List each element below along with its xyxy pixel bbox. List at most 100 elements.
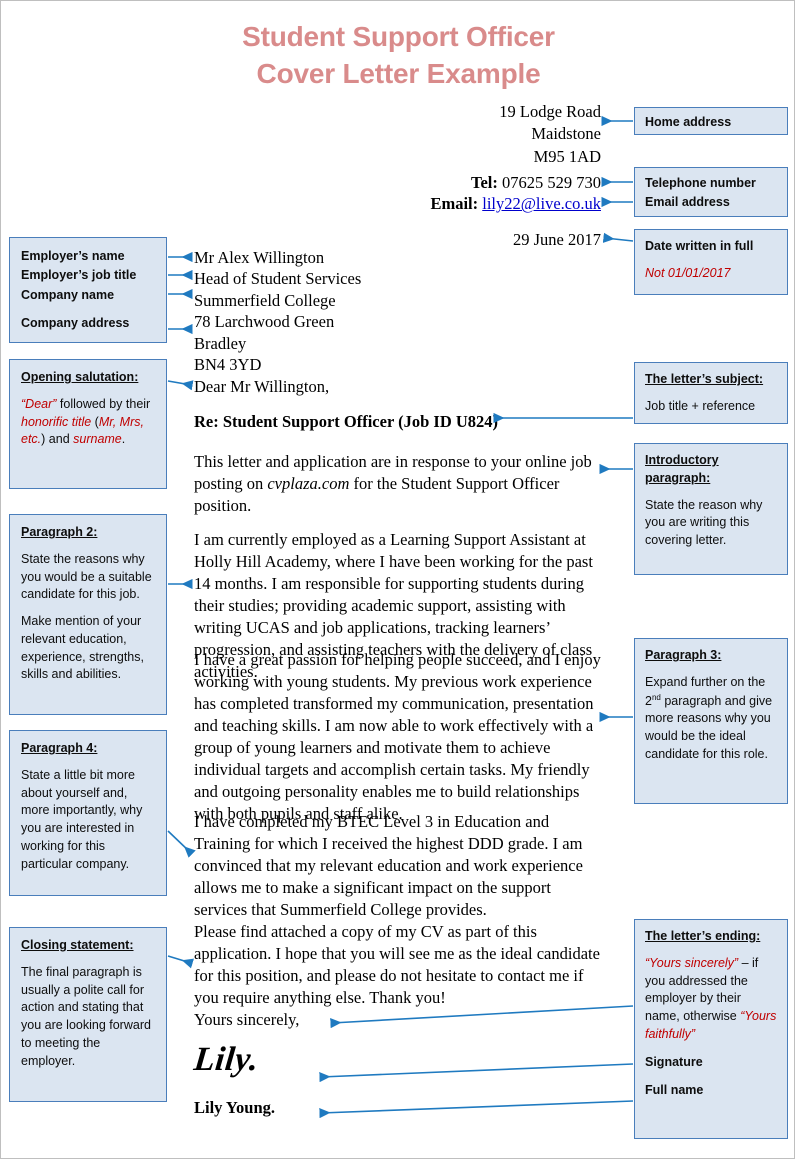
- callout-opening-salutation: Opening salutation: “Dear” followed by t…: [9, 359, 167, 489]
- callout-letter-ending-heading: The letter’s ending:: [645, 929, 761, 943]
- callout-opening-salutation-body: “Dear” followed by their honorific title…: [21, 396, 155, 449]
- callout-date: Date written in full Not 01/01/2017: [634, 229, 788, 295]
- callout-paragraph-4-heading: Paragraph 4:: [21, 741, 98, 755]
- callout-closing-statement-heading: Closing statement:: [21, 938, 134, 952]
- callout-intro-heading-line2: paragraph:: [645, 470, 711, 485]
- callout-opening-salutation-heading: Opening salutation:: [21, 370, 139, 384]
- recipient-address: Mr Alex Willington Head of Student Servi…: [194, 247, 361, 376]
- callout-letter-ending-body: “Yours sincerely” – if you addressed the…: [645, 955, 777, 1044]
- sender-address: 19 Lodge Road Maidstone M95 1AD: [499, 101, 601, 168]
- salutation-honorific-title: honorific title: [21, 414, 92, 429]
- letter-date: 29 June 2017: [513, 230, 601, 249]
- letter-subject: Re: Student Support Officer (Job ID U824…: [194, 412, 499, 431]
- callout-company-address: Company address: [21, 316, 130, 331]
- callout-closing-statement-body: The final paragraph is usually a polite …: [21, 964, 151, 1068]
- callout-home-address: Home address: [634, 107, 788, 135]
- yours-sincerely-phrase: “Yours sincerely”: [645, 955, 739, 970]
- sender-address-line1: 19 Lodge Road: [499, 102, 601, 121]
- recipient-company: Summerfield College: [194, 290, 336, 310]
- sender-contact: Tel: 07625 529 730 Email: lily22@live.co…: [430, 172, 601, 215]
- callout-letter-subject-body: Job title + reference: [645, 398, 756, 413]
- arrow-date: [602, 232, 634, 243]
- callout-date-heading: Date written in full: [645, 239, 754, 253]
- page-title-line2: Cover Letter Example: [256, 57, 541, 89]
- arrow-closing-statement: [167, 955, 195, 969]
- callout-intro-body: State the reason why you are writing thi…: [645, 497, 763, 548]
- salutation-dear-word: “Dear”: [21, 396, 57, 411]
- callout-signature-label: Signature: [645, 1054, 703, 1069]
- callout-paragraph-2-heading: Paragraph 2:: [21, 525, 98, 539]
- recipient-name: Mr Alex Willington: [194, 248, 325, 267]
- callout-paragraph-4-body: State a little bit more about yourself a…: [21, 767, 143, 871]
- arrow-signature: [319, 1063, 634, 1083]
- letter-salutation: Dear Mr Willington,: [194, 377, 330, 396]
- callout-paragraph-4: Paragraph 4: State a little bit more abo…: [9, 730, 167, 896]
- salutation-surname-word: surname: [73, 432, 122, 447]
- callout-employer-name: Employer’s name: [21, 249, 125, 263]
- salutation-text-2: followed by their: [56, 396, 151, 411]
- callout-paragraph-2: Paragraph 2: State the reasons why you w…: [9, 514, 167, 715]
- email-link[interactable]: lily22@live.co.uk: [482, 194, 601, 213]
- salutation-text-8: .: [121, 432, 126, 447]
- telephone-label: Tel:: [470, 173, 498, 192]
- ordinal-suffix: nd: [651, 692, 661, 702]
- callout-closing-statement: Closing statement: The final paragraph i…: [9, 927, 167, 1102]
- callout-company-name: Company name: [21, 287, 115, 302]
- signature-image: Lily.: [192, 1041, 261, 1078]
- callout-introductory-paragraph: Introductory paragraph: State the reason…: [634, 443, 788, 575]
- signer-full-name: Lily Young.: [194, 1098, 276, 1117]
- callout-letter-subject: The letter’s subject: Job title + refere…: [634, 362, 788, 424]
- callout-paragraph-3-body: Expand further on the 2nd paragraph and …: [645, 674, 777, 764]
- arrow-paragraph-4: [167, 830, 196, 858]
- callout-date-note: Not 01/01/2017: [645, 265, 731, 280]
- paragraph-3-body-part-2: paragraph and give more reasons why you …: [645, 693, 773, 761]
- recipient-town: Bradley: [194, 333, 247, 353]
- letter-signoff: Yours sincerely,: [194, 1010, 300, 1029]
- callout-paragraph-3-heading: Paragraph 3:: [645, 648, 722, 662]
- page-title: Student Support Officer Cover Letter Exa…: [1, 19, 795, 93]
- callout-letter-subject-heading: The letter’s subject:: [645, 372, 764, 386]
- callout-home-address-label: Home address: [645, 115, 732, 129]
- telephone-value: 07625 529 730: [502, 173, 601, 192]
- callout-paragraph-2-body-1: State the reasons why you would be a sui…: [21, 551, 152, 602]
- arrow-full-name: [319, 1100, 634, 1119]
- callout-telephone-email: Telephone number Email address: [634, 167, 788, 217]
- email-label: Email:: [430, 194, 479, 214]
- callout-email-label: Email address: [645, 195, 730, 210]
- callout-employer-fields: Employer’s name Employer’s job title Com…: [9, 237, 167, 343]
- letter-paragraph-1: This letter and application are in respo…: [194, 451, 604, 517]
- callout-full-name-label: Full name: [645, 1082, 704, 1097]
- recipient-job-title: Head of Student Services: [194, 269, 362, 289]
- salutation-text-4: (: [91, 414, 99, 429]
- callout-letter-ending: The letter’s ending: “Yours sincerely” –…: [634, 919, 788, 1139]
- sender-address-line3: M95 1AD: [533, 146, 601, 166]
- sender-address-line2: Maidstone: [531, 124, 601, 144]
- callout-employer-job-title: Employer’s job title: [21, 268, 137, 283]
- callout-paragraph-3: Paragraph 3: Expand further on the 2nd p…: [634, 638, 788, 804]
- callout-telephone-label: Telephone number: [645, 176, 756, 190]
- recipient-postcode: BN4 3YD: [194, 355, 262, 375]
- recipient-street: 78 Larchwood Green: [194, 312, 335, 332]
- callout-intro-heading-line1: Introductory: [645, 453, 719, 467]
- paragraph-1-italic-site: cvplaza.com: [267, 473, 350, 493]
- callout-paragraph-2-body-2: Make mention of your relevant education,…: [21, 614, 144, 682]
- letter-paragraph-5: Please find attached a copy of my CV as …: [194, 922, 600, 1007]
- letter-paragraph-3: I have a great passion for helping peopl…: [194, 650, 601, 823]
- arrow-opening-salutation: [167, 380, 194, 391]
- email-line: Email: lily22@live.co.uk: [430, 193, 601, 214]
- page-title-line1: Student Support Officer: [242, 21, 555, 52]
- cover-letter-example-page: Student Support Officer Cover Letter Exa…: [0, 0, 795, 1159]
